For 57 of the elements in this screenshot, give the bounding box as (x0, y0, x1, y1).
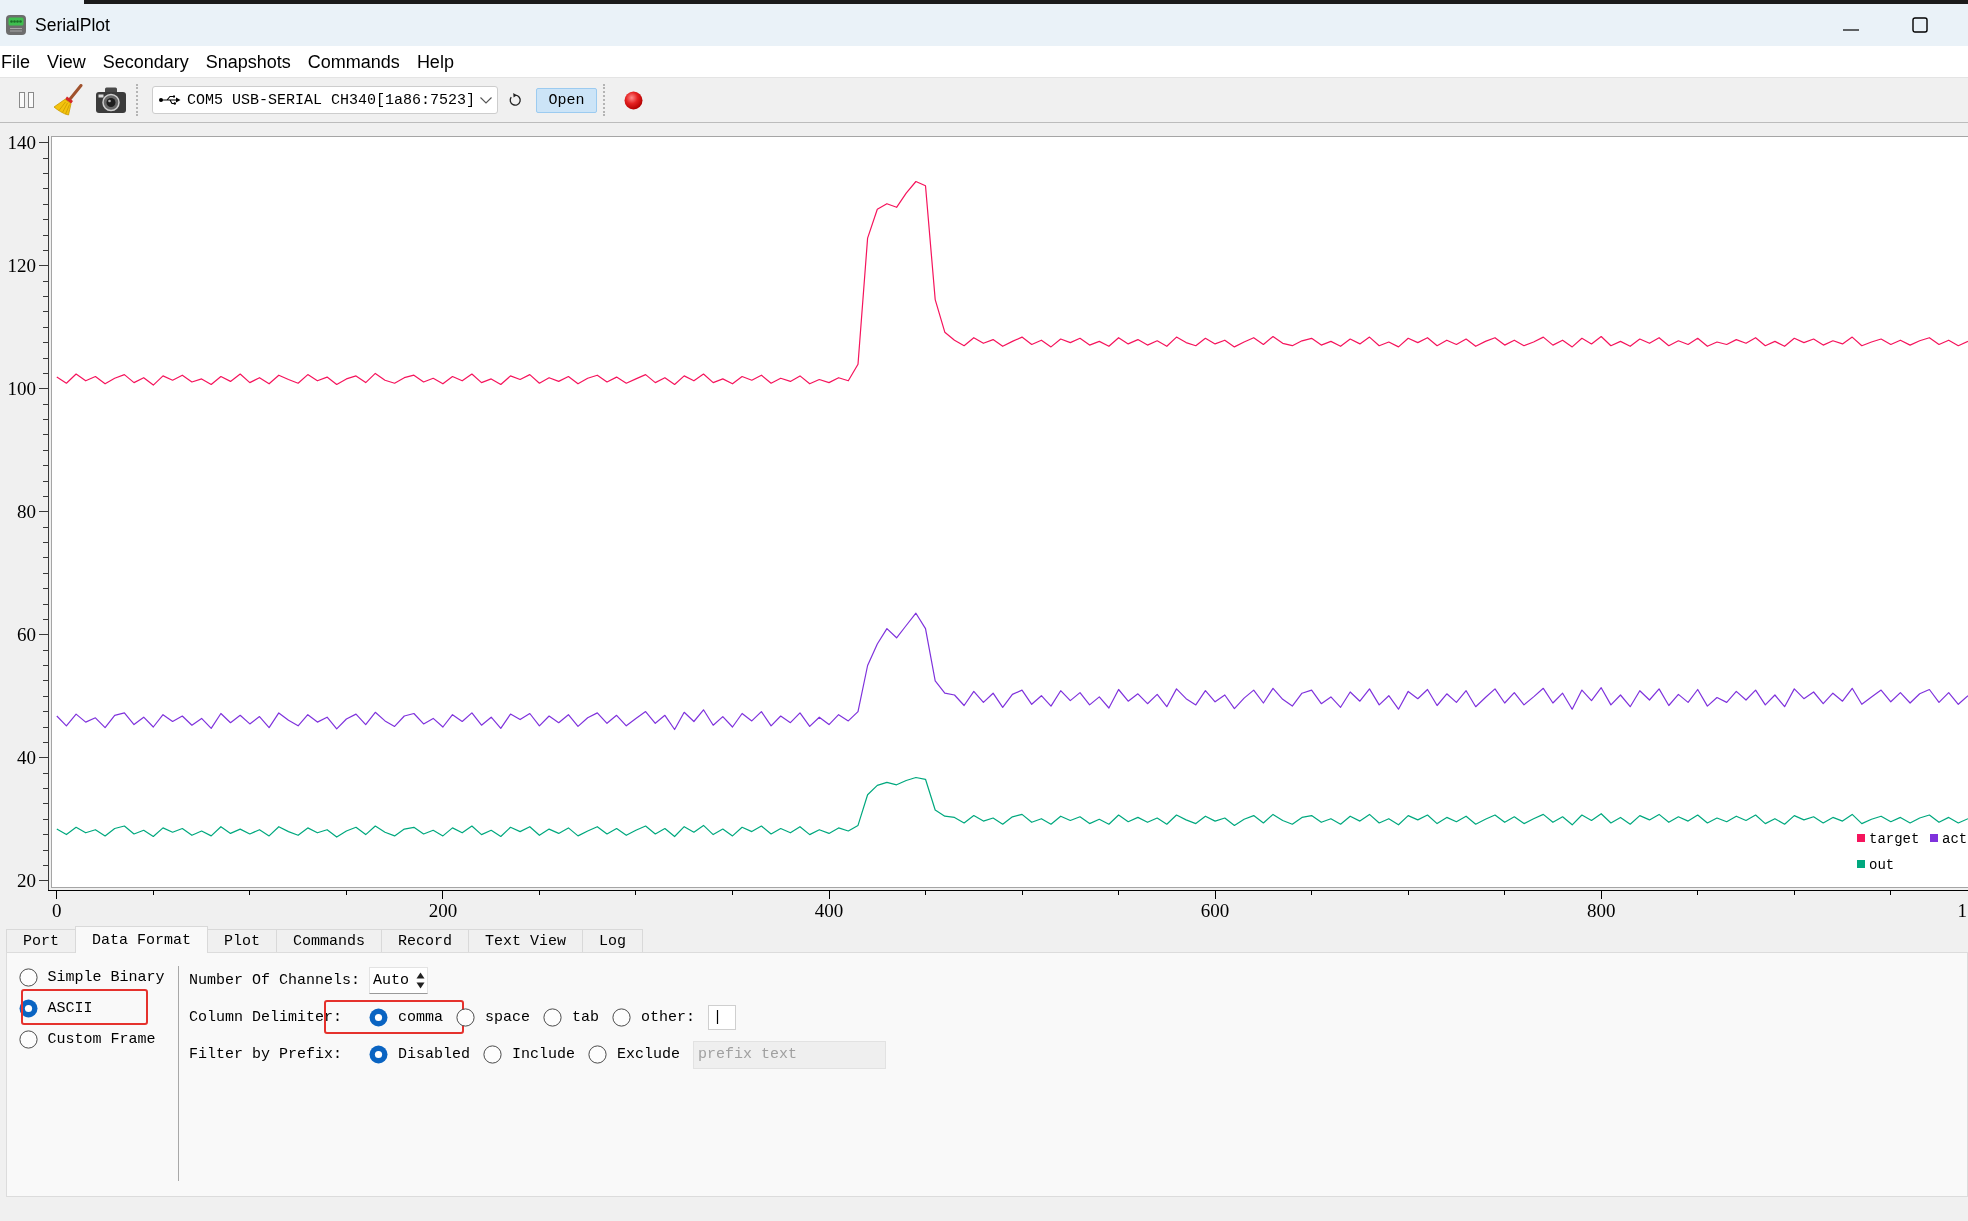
menu-item[interactable]: File (0, 49, 39, 74)
x-axis-label: 400 (814, 900, 844, 921)
chevron-down-icon (480, 96, 492, 104)
radio-icon[interactable] (18, 998, 38, 1018)
device-icon (5, 14, 27, 36)
camera-icon[interactable] (95, 86, 127, 114)
radio-option[interactable]: other: (612, 1008, 696, 1027)
legend-label: out (1869, 857, 1895, 873)
radio-option[interactable]: comma (369, 1008, 443, 1027)
refresh-icon[interactable] (508, 93, 522, 107)
radio-option[interactable]: tab (543, 1008, 600, 1027)
tab[interactable]: Port (6, 929, 76, 952)
x-axis-label: 800 (1586, 900, 1616, 921)
radio-icon[interactable] (612, 1008, 632, 1027)
down-arrow-icon[interactable] (416, 982, 425, 989)
radio-icon[interactable] (456, 1008, 475, 1027)
tab[interactable]: Log (582, 929, 644, 952)
menu-item[interactable]: Help (408, 49, 463, 74)
port-dropdown[interactable]: COM5 USB-SERIAL CH340[1a86:7523] (152, 86, 498, 114)
y-axis-label: 140 (7, 132, 36, 154)
menu-item[interactable]: Secondary (94, 49, 198, 74)
up-arrow-icon[interactable] (416, 972, 425, 979)
tab[interactable]: Data Format (75, 926, 209, 953)
legend-label: target (1869, 831, 1920, 847)
radio-icon[interactable] (543, 1008, 563, 1027)
menu-item[interactable]: Snapshots (197, 49, 300, 74)
other-field[interactable]: | (708, 1005, 737, 1030)
usb-icon (159, 95, 181, 105)
y-axis-label: 100 (7, 378, 36, 400)
y-axis-label: 40 (17, 747, 36, 769)
y-axis-label: 20 (17, 870, 36, 892)
y-axis-label: 120 (7, 255, 36, 277)
maximize-icon[interactable] (1912, 17, 1928, 33)
record-icon[interactable] (624, 90, 643, 110)
radio-icon[interactable] (369, 1008, 388, 1027)
x-axis-label: 200 (428, 900, 458, 921)
radio-option[interactable]: Simple Binary (18, 967, 165, 987)
x-axis-label: 0 (52, 900, 62, 921)
radio-icon[interactable] (18, 1029, 38, 1049)
channels-label: Number Of Channels: (189, 972, 362, 989)
filter-label: Filter by Prefix: (189, 1046, 344, 1063)
radio-option[interactable]: Custom Frame (18, 1029, 156, 1049)
legend-label: act (1942, 831, 1968, 847)
radio-option[interactable]: space (456, 1008, 531, 1027)
broom-icon[interactable] (53, 84, 85, 116)
radio-icon[interactable] (18, 967, 38, 987)
radio-option[interactable]: ASCII (18, 998, 93, 1018)
y-axis-label: 80 (17, 501, 36, 523)
x-axis-label: 600 (1200, 900, 1230, 921)
y-axis-label: 60 (17, 624, 36, 646)
open-button[interactable]: Open (536, 87, 597, 113)
menu-item[interactable]: Commands (299, 49, 409, 74)
pause-icon[interactable] (18, 92, 35, 108)
x-axis-label: 1 (1957, 900, 1967, 921)
menu-item[interactable]: View (38, 49, 95, 74)
window-title: SerialPlot (35, 14, 110, 36)
channels-spinbox[interactable]: Auto (369, 967, 428, 994)
